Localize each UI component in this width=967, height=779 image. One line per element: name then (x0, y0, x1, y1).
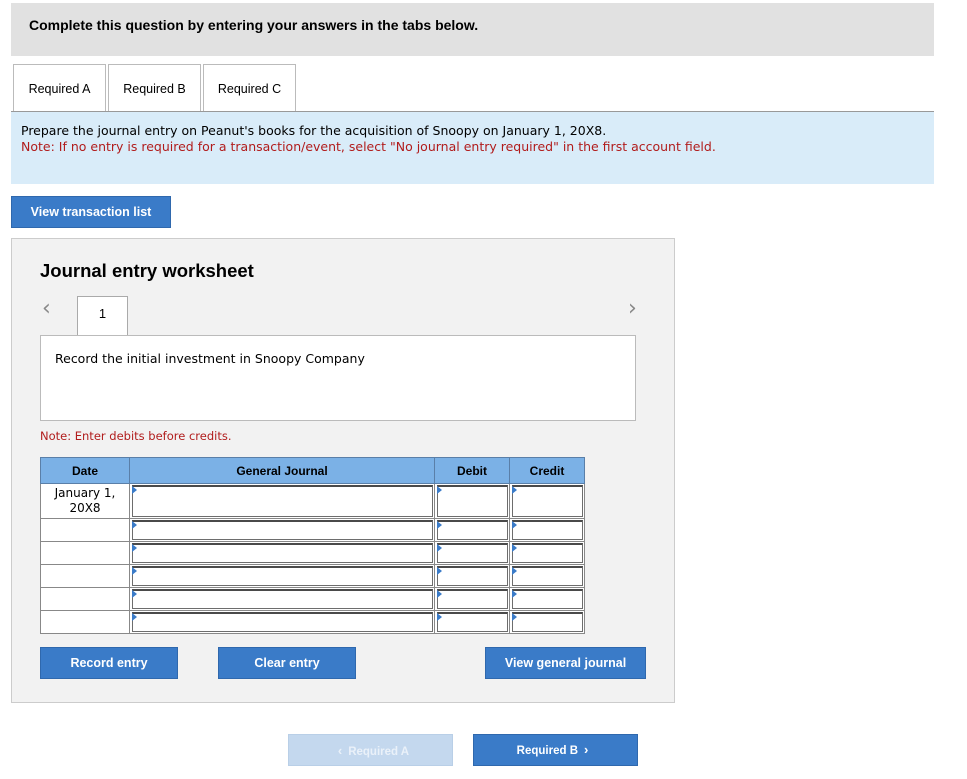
date-cell (40, 518, 130, 542)
debit-input[interactable] (437, 520, 508, 540)
date-cell (40, 541, 130, 565)
journal-header-row: Date General Journal Debit Credit (40, 457, 585, 484)
debit-column-header: Debit (434, 457, 510, 484)
credit-input[interactable] (512, 612, 583, 632)
debit-cell (434, 564, 510, 588)
date-line: 20X8 (69, 501, 101, 515)
account-select[interactable] (132, 543, 433, 563)
chevron-right-icon[interactable]: › (628, 298, 637, 320)
journal-table: Date General Journal Debit Credit Januar… (40, 457, 585, 634)
tab-required-a[interactable]: Required A (13, 64, 106, 112)
credit-cell (509, 518, 585, 542)
date-cell (40, 610, 130, 634)
debit-input[interactable] (437, 485, 508, 517)
transaction-description: Record the initial investment in Snoopy … (55, 351, 365, 366)
previous-required-label: Required A (348, 746, 410, 758)
date-column-header: Date (40, 457, 130, 484)
instructions-panel: Prepare the journal entry on Peanut's bo… (11, 112, 934, 184)
account-cell (129, 541, 435, 565)
table-row (40, 610, 585, 634)
debits-credits-note: Note: Enter debits before credits. (40, 429, 232, 443)
tab-required-b[interactable]: Required B (108, 64, 201, 112)
credit-input[interactable] (512, 485, 583, 517)
journal-entry-worksheet: Journal entry worksheet ‹ 1 › Record the… (11, 238, 675, 703)
date-line: January 1, (54, 486, 116, 500)
debit-input[interactable] (437, 566, 508, 586)
account-cell (129, 610, 435, 634)
credit-input[interactable] (512, 589, 583, 609)
credit-cell (509, 483, 585, 519)
question-instruction-text: Complete this question by entering your … (29, 17, 479, 33)
table-row (40, 587, 585, 611)
chevron-left-icon[interactable]: ‹ (42, 298, 51, 320)
account-select[interactable] (132, 589, 433, 609)
debit-input[interactable] (437, 612, 508, 632)
account-select[interactable] (132, 520, 433, 540)
date-cell: January 1, 20X8 (40, 483, 130, 519)
account-cell (129, 518, 435, 542)
worksheet-page-tab-1[interactable]: 1 (77, 296, 128, 336)
debit-cell (434, 541, 510, 565)
tab-required-c[interactable]: Required C (203, 64, 296, 112)
transaction-description-box: Record the initial investment in Snoopy … (40, 335, 636, 421)
instructions-note: Note: If no entry is required for a tran… (21, 139, 716, 154)
debit-input[interactable] (437, 543, 508, 563)
account-cell (129, 564, 435, 588)
next-required-button[interactable]: Required B › (473, 734, 638, 766)
account-select[interactable] (132, 485, 433, 517)
view-transaction-list-button[interactable]: View transaction list (11, 196, 171, 228)
credit-cell (509, 564, 585, 588)
clear-entry-button[interactable]: Clear entry (218, 647, 356, 679)
account-select[interactable] (132, 612, 433, 632)
next-required-label: Required B (516, 745, 578, 757)
table-row (40, 518, 585, 542)
debit-cell (434, 610, 510, 634)
credit-input[interactable] (512, 520, 583, 540)
general-journal-column-header: General Journal (129, 457, 435, 484)
account-cell (129, 483, 435, 519)
record-entry-button[interactable]: Record entry (40, 647, 178, 679)
date-cell (40, 564, 130, 588)
credit-cell (509, 541, 585, 565)
credit-cell (509, 610, 585, 634)
chevron-right-icon: › (584, 742, 589, 757)
debit-input[interactable] (437, 589, 508, 609)
date-cell (40, 587, 130, 611)
credit-input[interactable] (512, 543, 583, 563)
table-row (40, 541, 585, 565)
question-instruction-banner: Complete this question by entering your … (11, 3, 934, 56)
required-tabs: Required A Required B Required C (13, 64, 934, 112)
worksheet-title: Journal entry worksheet (40, 260, 254, 281)
debit-cell (434, 483, 510, 519)
credit-cell (509, 587, 585, 611)
debit-cell (434, 518, 510, 542)
credit-input[interactable] (512, 566, 583, 586)
table-row (40, 564, 585, 588)
view-general-journal-button[interactable]: View general journal (485, 647, 646, 679)
debit-cell (434, 587, 510, 611)
previous-required-button: ‹ Required A (288, 734, 453, 766)
account-select[interactable] (132, 566, 433, 586)
instructions-text: Prepare the journal entry on Peanut's bo… (21, 123, 607, 138)
account-cell (129, 587, 435, 611)
chevron-left-icon: ‹ (337, 743, 343, 758)
table-row: January 1, 20X8 (40, 483, 585, 519)
credit-column-header: Credit (509, 457, 585, 484)
